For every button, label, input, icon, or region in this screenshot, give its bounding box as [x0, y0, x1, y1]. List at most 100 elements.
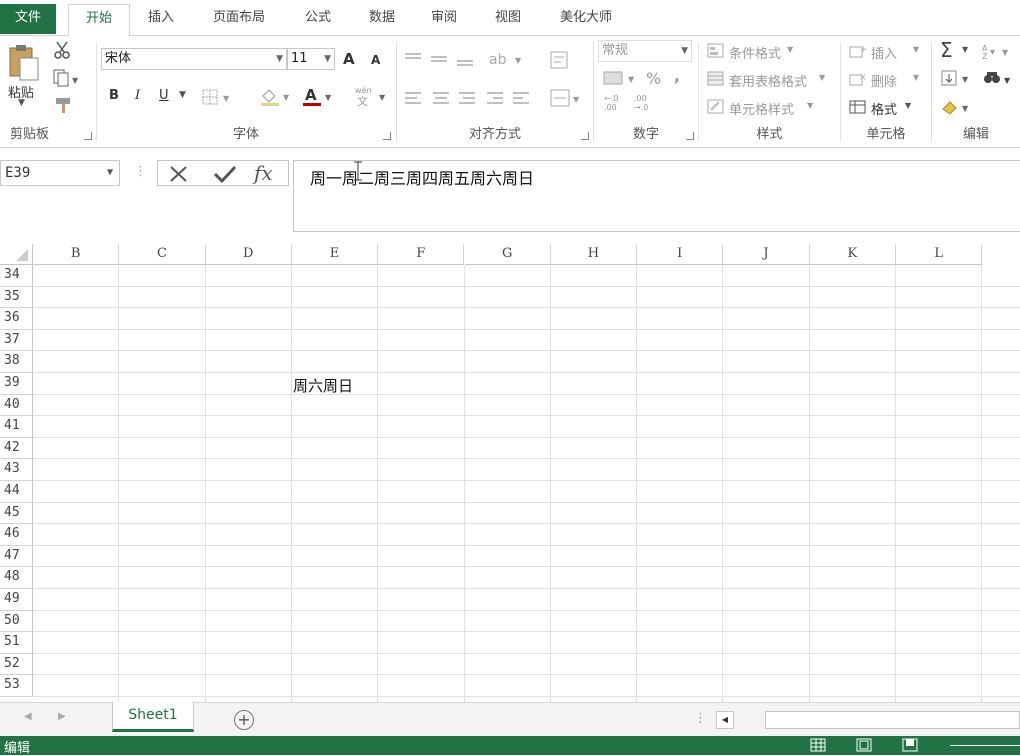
sort-filter-icon[interactable]: AZ ▾ ▼ — [980, 41, 1016, 61]
column-header-e[interactable]: E — [291, 244, 379, 265]
add-sheet-button[interactable]: + — [234, 710, 254, 730]
shrink-font-button[interactable]: A — [371, 53, 380, 67]
scroll-right-tabs-icon[interactable]: ▶ — [58, 711, 66, 722]
cell-styles-button[interactable]: 单元格样式 — [729, 99, 794, 118]
cancel-icon[interactable] — [168, 164, 190, 184]
row-header-42[interactable]: 42 — [0, 437, 33, 460]
row-header-41[interactable]: 41 — [0, 416, 33, 438]
clear-icon[interactable]: ▼ — [940, 97, 974, 117]
format-painter-icon[interactable] — [54, 96, 74, 114]
scroll-left-icon[interactable]: ◀ — [716, 711, 734, 729]
row-header-39[interactable]: 39 — [0, 373, 33, 395]
row-header-40[interactable]: 40 — [0, 394, 33, 417]
phonetic-guide-icon[interactable]: wén 文 ▼ — [353, 84, 389, 108]
sheet-tab-sheet1[interactable]: Sheet1 — [112, 702, 194, 732]
row-header-50[interactable]: 50 — [0, 610, 33, 633]
name-box[interactable]: E39 ▼ — [0, 160, 120, 186]
tab-page-layout[interactable]: 页面布局 — [199, 4, 279, 36]
tab-data[interactable]: 数据 — [356, 4, 408, 36]
grow-font-button[interactable]: A — [343, 50, 355, 68]
wrap-text-icon[interactable] — [549, 50, 573, 70]
column-header-i[interactable]: I — [637, 244, 724, 265]
tab-view[interactable]: 视图 — [482, 4, 534, 36]
font-size-select[interactable]: 11 ▼ — [287, 48, 335, 70]
fill-color-icon[interactable]: ▼ — [259, 86, 295, 108]
currency-icon[interactable]: ▼ — [602, 68, 642, 88]
border-icon[interactable]: ▼ — [201, 88, 237, 106]
clipboard-launcher-icon[interactable] — [84, 132, 92, 140]
percent-button[interactable]: % — [646, 69, 661, 88]
column-header-h[interactable]: H — [550, 244, 638, 265]
row-header-51[interactable]: 51 — [0, 632, 33, 654]
row-header-36[interactable]: 36 — [0, 308, 33, 330]
row-header-52[interactable]: 52 — [0, 653, 33, 676]
formula-bar-grip-icon[interactable]: ⋮ — [134, 164, 147, 179]
copy-icon[interactable]: ▼ — [52, 68, 82, 88]
bold-button[interactable]: B — [109, 88, 119, 103]
format-as-table-button[interactable]: 套用表格格式 — [729, 71, 807, 90]
chevron-down-icon[interactable]: ▼ — [107, 161, 113, 185]
delete-cells-button[interactable]: 删除 — [871, 71, 897, 90]
normal-view-icon[interactable] — [810, 738, 826, 752]
column-header-g[interactable]: G — [464, 244, 551, 265]
tab-formulas[interactable]: 公式 — [292, 4, 344, 36]
insert-function-button[interactable]: fx — [254, 161, 273, 185]
row-header-45[interactable]: 45 — [0, 502, 33, 525]
column-header-j[interactable]: J — [723, 244, 810, 265]
tab-review[interactable]: 审阅 — [418, 4, 470, 36]
font-name-select[interactable]: 宋体 ▼ — [101, 48, 287, 70]
splitter-icon[interactable]: ⋮ — [694, 711, 707, 726]
column-header-f[interactable]: F — [378, 244, 465, 265]
row-header-37[interactable]: 37 — [0, 329, 33, 352]
cut-icon[interactable] — [52, 40, 72, 60]
font-launcher-icon[interactable] — [383, 132, 391, 140]
number-format-select[interactable]: 常规 ▼ — [598, 40, 692, 62]
italic-button[interactable]: I — [135, 88, 140, 103]
row-header-46[interactable]: 46 — [0, 524, 33, 546]
tab-beautify[interactable]: 美化大师 — [546, 4, 626, 36]
underline-button[interactable]: U — [159, 88, 169, 103]
column-header-d[interactable]: D — [205, 244, 292, 265]
row-header-49[interactable]: 49 — [0, 589, 33, 611]
page-break-view-icon[interactable] — [902, 738, 918, 752]
insert-cells-button[interactable]: 插入 — [871, 43, 897, 62]
fill-icon[interactable]: ▼ — [940, 69, 974, 89]
formula-input[interactable]: 周一周二周三周四周五周六周日 — [293, 160, 1020, 232]
scroll-left-tabs-icon[interactable]: ◀ — [24, 711, 32, 722]
horizontal-align-icons[interactable] — [403, 90, 543, 108]
tab-insert[interactable]: 插入 — [135, 4, 187, 36]
page-layout-view-icon[interactable] — [856, 738, 872, 752]
tab-home[interactable]: 开始 — [68, 4, 130, 37]
row-header-34[interactable]: 34 — [0, 265, 33, 287]
row-header-53[interactable]: 53 — [0, 675, 33, 697]
find-select-icon[interactable]: ▼ — [982, 69, 1018, 89]
font-color-icon[interactable]: A ▼ — [301, 86, 337, 108]
alignment-launcher-icon[interactable] — [581, 132, 589, 140]
enter-check-icon[interactable] — [212, 164, 238, 184]
comma-button[interactable]: , — [674, 66, 680, 85]
tab-file[interactable]: 文件 — [0, 4, 56, 34]
increase-decimal-button[interactable]: ←.0 .00 — [604, 94, 618, 112]
decrease-decimal-button[interactable]: .00 →.0 — [634, 94, 648, 112]
autosum-icon[interactable]: Σ — [940, 38, 953, 62]
horizontal-scrollbar[interactable] — [765, 711, 1020, 729]
column-header-k[interactable]: K — [809, 244, 896, 265]
select-all-corner[interactable] — [0, 244, 33, 265]
column-header-l[interactable]: L — [896, 244, 983, 265]
worksheet-grid[interactable]: BCDEFGHIJKL 34 35 36 37 38 39 40 41 42 43 44 45 46 47… — [0, 244, 1020, 702]
paste-icon[interactable] — [6, 42, 40, 82]
row-header-48[interactable]: 48 — [0, 567, 33, 589]
vertical-align-icons[interactable]: ab ▼ — [403, 50, 543, 70]
row-header-43[interactable]: 43 — [0, 459, 33, 481]
conditional-format-button[interactable]: 条件格式 — [729, 43, 781, 62]
format-cells-button[interactable]: 格式 — [871, 99, 897, 118]
row-header-35[interactable]: 35 — [0, 286, 33, 309]
merge-center-icon[interactable]: ▼ — [549, 88, 585, 108]
row-header-44[interactable]: 44 — [0, 481, 33, 503]
zoom-slider[interactable] — [950, 745, 1020, 746]
number-launcher-icon[interactable] — [686, 132, 694, 140]
column-header-c[interactable]: C — [119, 244, 206, 265]
row-header-38[interactable]: 38 — [0, 351, 33, 373]
row-header-47[interactable]: 47 — [0, 545, 33, 568]
underline-dropdown-icon[interactable]: ▼ — [179, 90, 186, 100]
